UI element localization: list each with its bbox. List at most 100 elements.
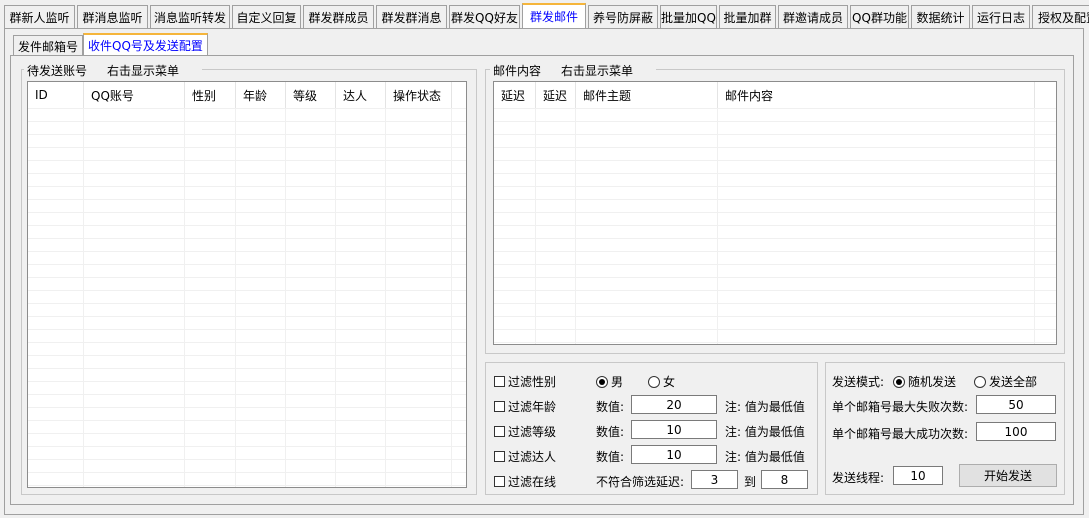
main-tab-strip: 群新人监听 群消息监听 消息监听转发 自定义回复 群发群成员 群发群消息 群发QQ好友 群发邮…	[4, 3, 1089, 29]
tab-0[interactable]: 群新人监听	[4, 5, 75, 28]
gender-female-label: 女	[663, 375, 676, 389]
send-mode-all-radio[interactable]: 发送全部	[974, 373, 1037, 390]
checkbox-box	[494, 451, 505, 462]
pending-col-divider	[235, 108, 236, 487]
tab-9[interactable]: 批量加QQ	[660, 5, 717, 28]
send-mode-all-label: 发送全部	[989, 375, 1038, 389]
subtab-0[interactable]: 发件邮箱号	[13, 35, 84, 56]
age-value-input[interactable]: 20	[631, 395, 717, 414]
pending-col-2[interactable]: 性别	[185, 82, 236, 108]
mail-col-divider	[1034, 108, 1035, 344]
checkbox-box	[494, 376, 505, 387]
gender-female-radio[interactable]: 女	[648, 373, 675, 390]
radio-dot	[596, 375, 608, 388]
pending-col-5[interactable]: 达人	[336, 82, 386, 108]
tab-5[interactable]: 群发群消息	[376, 5, 447, 28]
mail-col-1[interactable]: 延迟	[536, 82, 576, 108]
gender-male-label: 男	[611, 375, 624, 389]
mail-col-divider	[575, 108, 576, 344]
talent-value-label: 数值:	[596, 450, 625, 464]
tab-3[interactable]: 自定义回复	[232, 5, 301, 28]
online-delay-to-label: 到	[744, 475, 757, 489]
online-delay-to-input[interactable]: 8	[761, 470, 808, 489]
radio-dot	[974, 375, 986, 388]
pending-col-divider	[385, 108, 386, 487]
tab-13[interactable]: 数据统计	[911, 5, 970, 28]
filter-online-label: 过滤在线	[508, 475, 557, 489]
filter-gender-checkbox[interactable]: 过滤性别	[494, 373, 556, 390]
tab-6[interactable]: 群发QQ好友	[449, 5, 520, 28]
gender-male-radio[interactable]: 男	[596, 373, 623, 390]
online-delay-from-input[interactable]: 3	[691, 470, 738, 489]
mail-col-0[interactable]: 延迟	[494, 82, 536, 108]
filter-level-checkbox[interactable]: 过滤等级	[494, 423, 556, 440]
tab-4[interactable]: 群发群成员	[303, 5, 374, 28]
pending-col-divider	[184, 108, 185, 487]
pending-accounts-rows[interactable]	[28, 108, 466, 487]
mail-content-rows[interactable]	[494, 108, 1056, 344]
pending-col-0[interactable]: ID	[28, 82, 84, 108]
tab-8[interactable]: 养号防屏蔽	[588, 5, 658, 28]
subtab-1[interactable]: 收件QQ号及发送配置	[83, 33, 208, 56]
filter-talent-checkbox[interactable]: 过滤达人	[494, 448, 556, 465]
pending-col-divider	[335, 108, 336, 487]
max-success-input[interactable]: 100	[976, 422, 1056, 441]
mail-content-hint: 右击显示菜单	[561, 64, 634, 78]
send-mode-label: 发送模式:	[832, 375, 885, 389]
mail-col-divider	[535, 108, 536, 344]
tab-12[interactable]: QQ群功能	[850, 5, 909, 28]
tab-7[interactable]: 群发邮件	[522, 3, 586, 28]
send-mode-random-label: 随机发送	[908, 375, 957, 389]
talent-value-input[interactable]: 10	[631, 445, 717, 464]
mail-content-title: 邮件内容	[493, 64, 542, 78]
threads-input[interactable]: 10	[893, 466, 943, 485]
level-value-input[interactable]: 10	[631, 420, 717, 439]
filter-age-label: 过滤年龄	[508, 400, 557, 414]
pending-col-6[interactable]: 操作状态	[386, 82, 452, 108]
pending-col-1[interactable]: QQ账号	[84, 82, 185, 108]
filter-talent-label: 过滤达人	[508, 450, 557, 464]
mail-col-3[interactable]: 邮件内容	[718, 82, 1035, 108]
age-value-label: 数值:	[596, 400, 625, 414]
max-success-label: 单个邮箱号最大成功次数:	[832, 427, 969, 441]
mail-content-group-label: 邮件内容 右击显示菜单	[490, 62, 657, 79]
talent-note: 注: 值为最低值	[725, 450, 805, 464]
tab-10[interactable]: 批量加群	[719, 5, 776, 28]
tab-11[interactable]: 群邀请成员	[778, 5, 848, 28]
threads-label: 发送线程:	[832, 471, 885, 485]
tab-14[interactable]: 运行日志	[972, 5, 1030, 28]
radio-dot	[648, 375, 660, 388]
age-note: 注: 值为最低值	[725, 400, 805, 414]
tab-1[interactable]: 群消息监听	[77, 5, 148, 28]
send-mode-random-radio[interactable]: 随机发送	[893, 373, 956, 390]
pending-col-4[interactable]: 等级	[286, 82, 336, 108]
start-send-button[interactable]: 开始发送	[959, 464, 1057, 487]
level-value-label: 数值:	[596, 425, 625, 439]
mail-content-list[interactable]: 延迟 延迟 邮件主题 邮件内容	[493, 81, 1057, 345]
checkbox-box	[494, 426, 505, 437]
max-fail-label: 单个邮箱号最大失败次数:	[832, 400, 969, 414]
mail-content-header: 延迟 延迟 邮件主题 邮件内容	[494, 82, 1035, 109]
online-delay-label: 不符合筛选延迟:	[596, 475, 685, 489]
filter-level-label: 过滤等级	[508, 425, 557, 439]
pending-col-3[interactable]: 年龄	[236, 82, 286, 108]
pending-accounts-list[interactable]: ID QQ账号 性别 年龄 等级 达人 操作状态	[27, 81, 467, 488]
pending-accounts-hint: 右击显示菜单	[107, 64, 180, 78]
checkbox-box	[494, 401, 505, 412]
mail-col-divider	[717, 108, 718, 344]
filter-age-checkbox[interactable]: 过滤年龄	[494, 398, 556, 415]
mail-col-2[interactable]: 邮件主题	[576, 82, 718, 108]
checkbox-box	[494, 476, 505, 487]
filter-online-checkbox[interactable]: 过滤在线	[494, 473, 556, 490]
pending-col-divider	[285, 108, 286, 487]
pending-accounts-title: 待发送账号	[27, 64, 88, 78]
tab-15[interactable]: 授权及配置	[1032, 5, 1089, 28]
pending-col-divider	[451, 108, 452, 487]
sub-tab-strip: 发件邮箱号 收件QQ号及发送配置	[13, 33, 208, 56]
radio-dot	[893, 375, 905, 388]
pending-accounts-header: ID QQ账号 性别 年龄 等级 达人 操作状态	[28, 82, 452, 109]
tab-2[interactable]: 消息监听转发	[150, 5, 230, 28]
level-note: 注: 值为最低值	[725, 425, 805, 439]
pending-accounts-group-label: 待发送账号 右击显示菜单	[24, 62, 203, 79]
max-fail-input[interactable]: 50	[976, 395, 1056, 414]
